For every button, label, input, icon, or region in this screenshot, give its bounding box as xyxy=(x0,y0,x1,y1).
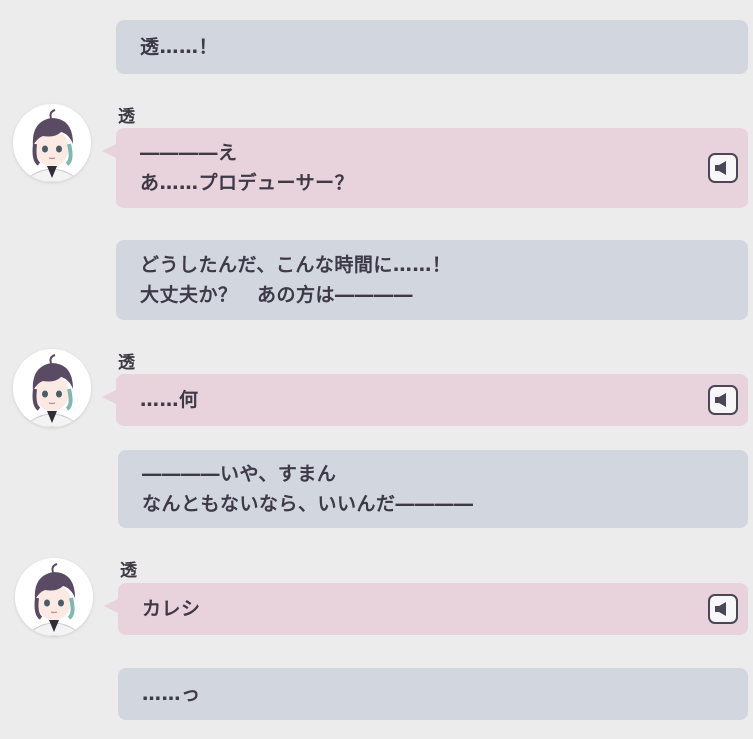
message-line: ――――いや、すまん xyxy=(142,463,337,485)
character-message: カレシ xyxy=(104,583,748,635)
character-message: ――――え あ……プロデューサー？ xyxy=(102,128,748,208)
speaker-icon xyxy=(715,602,726,616)
message-line: 透……！ xyxy=(140,36,219,58)
character-message: ……何 xyxy=(102,374,748,426)
message-line: 大丈夫か？ あの方は―――― xyxy=(140,284,414,306)
message-line: あ……プロデューサー？ xyxy=(140,172,355,194)
character-avatar xyxy=(13,349,91,427)
speaker-name: 透 xyxy=(120,561,137,581)
voice-play-button[interactable] xyxy=(708,153,738,183)
dialogue-log[interactable]: 透……！ 透 ――――え あ……プロデューサー？ どうしたんだ、こんな時間に……… xyxy=(0,0,753,739)
player-message: 透……！ xyxy=(116,20,748,74)
message-line: ……っ xyxy=(142,683,201,705)
message-line: ――――え xyxy=(140,142,238,164)
message-line: カレシ xyxy=(142,598,201,620)
speaker-icon xyxy=(715,161,726,175)
player-message: ……っ xyxy=(118,668,748,720)
character-avatar xyxy=(13,104,91,182)
speaker-name: 透 xyxy=(118,107,135,127)
message-line: なんともないなら、いいんだ―――― xyxy=(142,493,474,515)
player-message: どうしたんだ、こんな時間に……！ 大丈夫か？ あの方は―――― xyxy=(116,240,748,320)
voice-play-button[interactable] xyxy=(708,594,738,624)
character-avatar xyxy=(15,558,93,636)
speaker-icon xyxy=(715,393,726,407)
voice-play-button[interactable] xyxy=(708,385,738,415)
message-line: どうしたんだ、こんな時間に……！ xyxy=(140,254,452,276)
player-message: ――――いや、すまん なんともないなら、いいんだ―――― xyxy=(118,450,748,528)
message-line: ……何 xyxy=(140,389,199,411)
speaker-name: 透 xyxy=(118,353,135,373)
